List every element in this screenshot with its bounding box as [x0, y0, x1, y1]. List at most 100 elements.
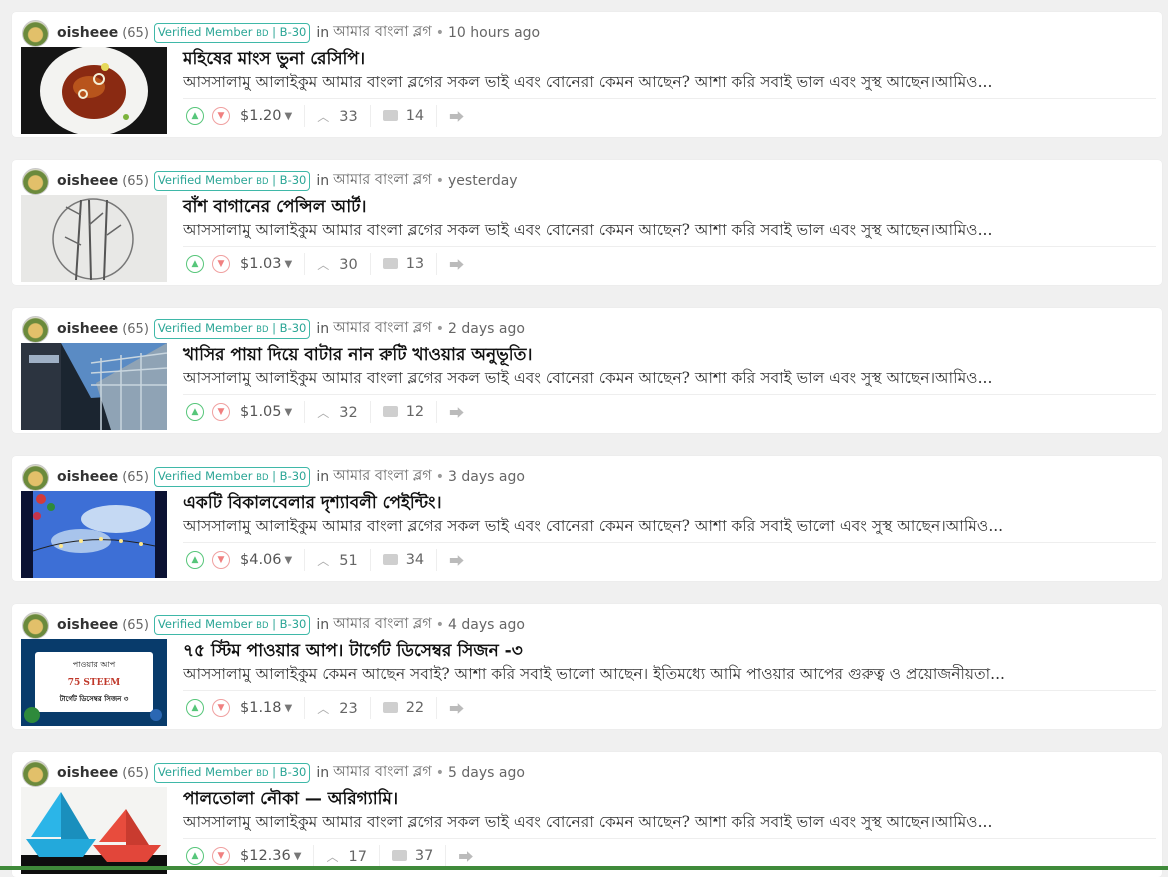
votes-value: 23	[339, 700, 358, 717]
resteem-icon[interactable]: ⮕	[449, 402, 464, 423]
author-name[interactable]: oisheee	[57, 321, 118, 337]
divider	[183, 690, 1156, 691]
avatar[interactable]	[22, 611, 49, 639]
post-excerpt[interactable]: আসসালামু আলাইকুম আমার বাংলা ব্লগের সকল ভ…	[183, 810, 1073, 836]
chevron-down-icon[interactable]: ▼	[285, 259, 293, 270]
comments-count[interactable]: 34	[382, 552, 424, 568]
post-time[interactable]: 2 days ago	[448, 321, 525, 337]
upvote-icon[interactable]: ▲	[186, 699, 204, 717]
post-footer: ▲ ▼ $1.05 ▼ ︿ 32 12 ⮕	[186, 400, 464, 424]
chevron-down-icon[interactable]: ▼	[285, 407, 293, 418]
upvote-icon[interactable]: ▲	[186, 255, 204, 273]
avatar[interactable]	[22, 315, 49, 343]
payout-value[interactable]: $1.20	[240, 108, 282, 124]
post-excerpt[interactable]: আসসালামু আলাইকুম আমার বাংলা ব্লগের সকল ভ…	[183, 514, 1073, 540]
community-link[interactable]: আমার বাংলা ব্লগ	[333, 761, 432, 785]
community-link[interactable]: আমার বাংলা ব্লগ	[333, 465, 432, 489]
comments-count[interactable]: 22	[382, 700, 424, 716]
divider	[436, 105, 438, 127]
author-name[interactable]: oisheee	[57, 617, 118, 633]
upvote-icon[interactable]: ▲	[186, 847, 204, 865]
avatar[interactable]	[22, 463, 49, 491]
community-link[interactable]: আমার বাংলা ব্লগ	[333, 613, 432, 637]
downvote-icon[interactable]: ▼	[212, 107, 230, 125]
comments-count[interactable]: 12	[382, 404, 424, 420]
divider	[304, 105, 306, 127]
post-card: oisheee (65) Verified Member BD | B-30 i…	[12, 160, 1162, 285]
chevron-down-icon[interactable]: ▼	[285, 555, 293, 566]
payout-value[interactable]: $12.36	[240, 848, 291, 864]
post-thumbnail[interactable]	[21, 47, 167, 134]
post-time[interactable]: 3 days ago	[448, 469, 525, 485]
post-time[interactable]: 10 hours ago	[448, 25, 540, 41]
resteem-icon[interactable]: ⮕	[449, 698, 464, 719]
avatar[interactable]	[22, 759, 49, 787]
post-thumbnail[interactable]	[21, 343, 167, 430]
resteem-icon[interactable]: ⮕	[449, 254, 464, 275]
comments-count[interactable]: 13	[382, 256, 424, 272]
resteem-icon[interactable]: ⮕	[449, 106, 464, 127]
badge-small: BD	[256, 29, 269, 39]
votes-count[interactable]: ︿ 23	[317, 700, 357, 717]
payout-value[interactable]: $4.06	[240, 552, 282, 568]
badge-main: Verified Member	[157, 469, 257, 483]
resteem-icon[interactable]: ⮕	[449, 550, 464, 571]
votes-count[interactable]: ︿ 17	[326, 848, 366, 865]
author-name[interactable]: oisheee	[57, 765, 118, 781]
votes-value: 33	[339, 108, 358, 125]
verified-badge: Verified Member BD | B-30	[153, 171, 311, 191]
chevron-down-icon[interactable]: ▼	[294, 851, 302, 862]
post-excerpt[interactable]: আসসালামু আলাইকুম আমার বাংলা ব্লগের সকল ভ…	[183, 218, 1073, 244]
separator-dot: •	[435, 321, 445, 337]
chevron-up-icon: ︿	[317, 405, 330, 420]
avatar[interactable]	[22, 167, 49, 195]
upvote-icon[interactable]: ▲	[186, 403, 204, 421]
comments-count[interactable]: 37	[391, 848, 434, 864]
post-thumbnail[interactable]: পাওয়ার আপ 75 STEEM টার্গেট ডিসেম্বর সিজন …	[21, 639, 167, 726]
votes-count[interactable]: ︿ 33	[317, 108, 357, 125]
verified-badge: Verified Member BD | B-30	[153, 467, 311, 487]
in-label: in	[316, 321, 330, 337]
community-link[interactable]: আমার বাংলা ব্লগ	[333, 169, 432, 193]
downvote-icon[interactable]: ▼	[212, 403, 230, 421]
resteem-icon[interactable]: ⮕	[458, 846, 473, 867]
votes-count[interactable]: ︿ 51	[317, 552, 357, 569]
upvote-icon[interactable]: ▲	[186, 551, 204, 569]
payout-value[interactable]: $1.05	[240, 404, 282, 420]
community-link[interactable]: আমার বাংলা ব্লগ	[333, 21, 432, 45]
verified-badge: Verified Member BD | B-30	[153, 763, 311, 783]
post-thumbnail[interactable]	[21, 491, 167, 578]
post-header: oisheee (65) Verified Member BD | B-30 i…	[22, 166, 518, 196]
payout-value[interactable]: $1.03	[240, 256, 282, 272]
chevron-down-icon[interactable]: ▼	[285, 111, 293, 122]
author-name[interactable]: oisheee	[57, 25, 118, 41]
comments-value: 37	[414, 848, 434, 864]
post-header: oisheee (65) Verified Member BD | B-30 i…	[22, 18, 540, 48]
chevron-down-icon[interactable]: ▼	[285, 703, 293, 714]
badge-main: Verified Member	[157, 25, 257, 39]
post-excerpt[interactable]: আসসালামু আলাইকুম আমার বাংলা ব্লগের সকল ভ…	[183, 366, 1073, 392]
downvote-icon[interactable]: ▼	[212, 255, 230, 273]
post-time[interactable]: 4 days ago	[448, 617, 525, 633]
upvote-icon[interactable]: ▲	[186, 107, 204, 125]
post-excerpt[interactable]: আসসালামু আলাইকুম আমার বাংলা ব্লগের সকল ভ…	[183, 70, 1073, 96]
downvote-icon[interactable]: ▼	[212, 551, 230, 569]
author-name[interactable]: oisheee	[57, 469, 118, 485]
downvote-icon[interactable]: ▼	[212, 847, 230, 865]
votes-count[interactable]: ︿ 32	[317, 404, 357, 421]
payout-value[interactable]: $1.18	[240, 700, 282, 716]
comments-count[interactable]: 14	[382, 108, 424, 124]
votes-count[interactable]: ︿ 30	[317, 256, 357, 273]
community-link[interactable]: আমার বাংলা ব্লগ	[333, 317, 432, 341]
badge-small: BD	[256, 769, 269, 779]
downvote-icon[interactable]: ▼	[212, 699, 230, 717]
post-time[interactable]: yesterday	[448, 173, 518, 189]
author-name[interactable]: oisheee	[57, 173, 118, 189]
post-thumbnail[interactable]	[21, 195, 167, 282]
post-thumbnail[interactable]	[21, 787, 167, 874]
post-time[interactable]: 5 days ago	[448, 765, 525, 781]
verified-badge: Verified Member BD | B-30	[153, 23, 311, 43]
post-excerpt[interactable]: আসসালামু আলাইকুম কেমন আছেন সবাই? আশা করি…	[183, 662, 1073, 688]
divider	[436, 401, 438, 423]
avatar[interactable]	[22, 19, 49, 47]
